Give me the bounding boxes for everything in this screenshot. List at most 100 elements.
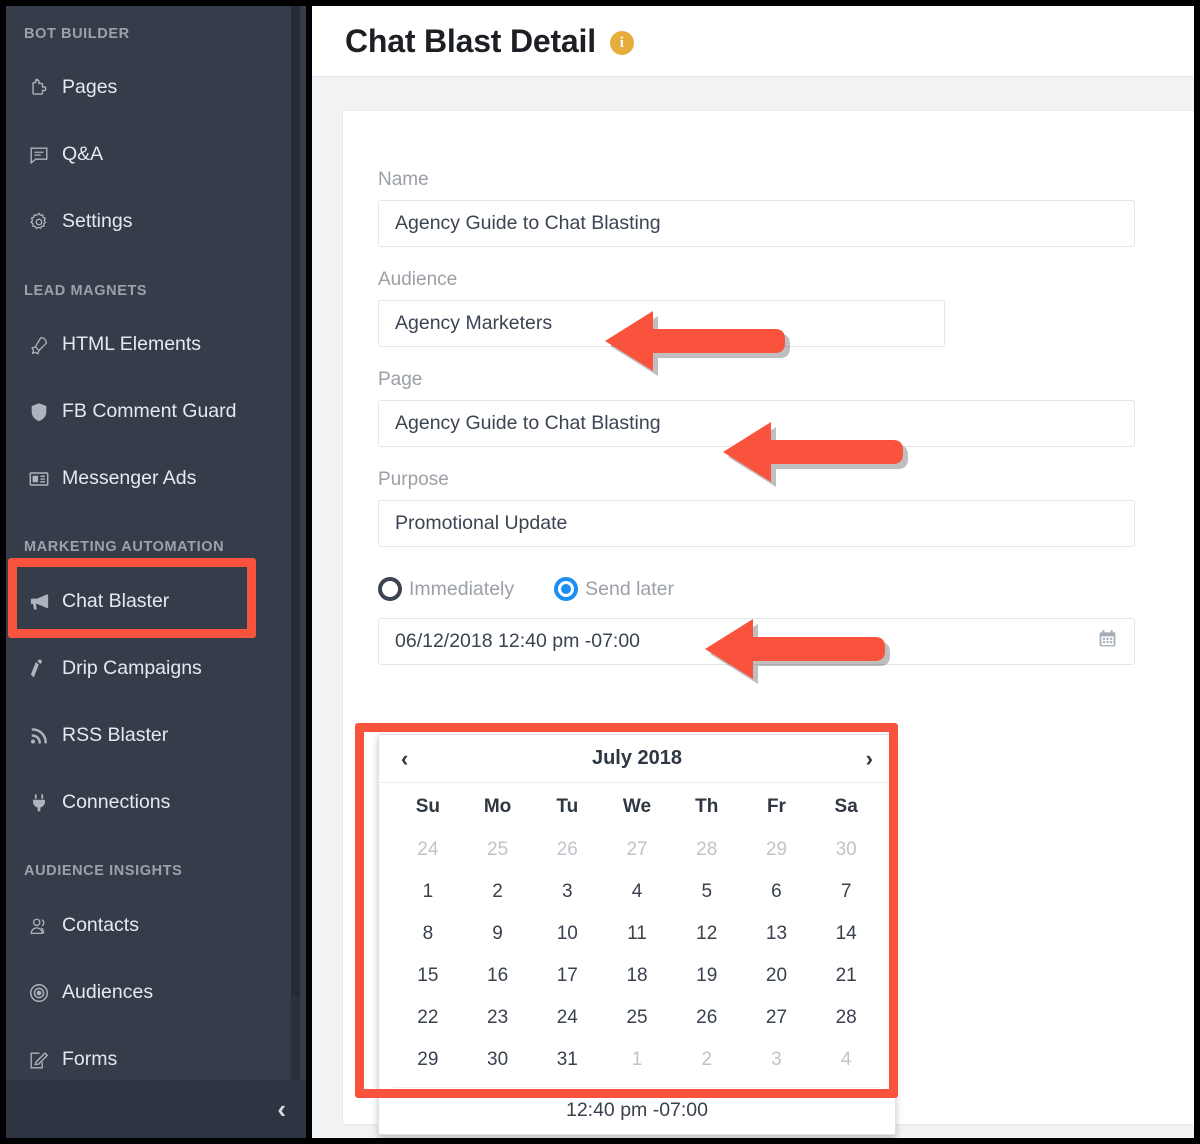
calendar-day-cell[interactable]: 6 xyxy=(742,871,812,913)
calendar-day-cell[interactable]: 29 xyxy=(742,829,812,871)
radio-send-later[interactable]: Send later xyxy=(554,577,674,601)
calendar-day-cell[interactable]: 30 xyxy=(811,829,881,871)
sidebar-item-chat-blaster[interactable]: Chat Blaster xyxy=(6,568,306,635)
calendar-day-cell[interactable]: 2 xyxy=(672,1039,742,1081)
sidebar-item-fb-comment-guard[interactable]: FB Comment Guard xyxy=(6,378,306,445)
calendar-day-cell[interactable]: 17 xyxy=(532,955,602,997)
chevron-left-icon[interactable]: ‹ xyxy=(401,748,408,770)
calendar-day-cell[interactable]: 8 xyxy=(393,913,463,955)
calendar-day-cell[interactable]: 2 xyxy=(463,871,533,913)
sidebar-item-label: FB Comment Guard xyxy=(62,400,236,423)
calendar-day-cell[interactable]: 20 xyxy=(742,955,812,997)
sidebar-scroll-area: BOT BUILDER Pages Q&A xyxy=(6,6,306,1080)
sidebar-item-messenger-ads[interactable]: Messenger Ads xyxy=(6,445,306,512)
calendar-day-cell[interactable]: 24 xyxy=(393,829,463,871)
chat-bubble-icon xyxy=(28,144,62,166)
sidebar-item-audiences[interactable]: Audiences xyxy=(6,959,306,1026)
calendar-day-cell[interactable]: 9 xyxy=(463,913,533,955)
calendar-popup: ‹ July 2018 › Su Mo Tu We Th Fr Sa 24252… xyxy=(378,734,896,1135)
calendar-day-cell[interactable]: 27 xyxy=(602,829,672,871)
calendar-day-cell[interactable]: 4 xyxy=(811,1039,881,1081)
calendar-day-cell[interactable]: 11 xyxy=(602,913,672,955)
sidebar-item-label: Forms xyxy=(62,1048,117,1071)
page-input[interactable]: Agency Guide to Chat Blasting xyxy=(378,400,1135,447)
radio-immediately[interactable]: Immediately xyxy=(378,577,514,601)
calendar-dow: Fr xyxy=(742,787,812,829)
calendar-dow: Su xyxy=(393,787,463,829)
calendar-day-cell[interactable]: 14 xyxy=(811,913,881,955)
sidebar-item-html-elements[interactable]: HTML Elements xyxy=(6,311,306,378)
radio-circle-selected-icon[interactable] xyxy=(554,577,578,601)
sidebar-item-drip-campaigns[interactable]: Drip Campaigns xyxy=(6,635,306,702)
calendar-day-cell[interactable]: 26 xyxy=(672,997,742,1039)
sidebar-section-bot-builder: BOT BUILDER xyxy=(6,26,130,42)
calendar-day-cell[interactable]: 1 xyxy=(602,1039,672,1081)
sidebar-item-label: Settings xyxy=(62,210,132,233)
calendar-dow: We xyxy=(602,787,672,829)
sidebar-item-label: Drip Campaigns xyxy=(62,657,202,680)
sidebar-item-label: Pages xyxy=(62,76,117,99)
sidebar-item-connections[interactable]: Connections xyxy=(6,769,306,836)
calendar-day-cell[interactable]: 24 xyxy=(532,997,602,1039)
calendar-day-cell[interactable]: 30 xyxy=(463,1039,533,1081)
calendar-day-cell[interactable]: 7 xyxy=(811,871,881,913)
calendar-day-cell[interactable]: 29 xyxy=(393,1039,463,1081)
chat-blast-form: Name Agency Guide to Chat Blasting Audie… xyxy=(378,169,1173,665)
sidebar-item-qa[interactable]: Q&A xyxy=(6,121,306,188)
calendar-time-footer[interactable]: 12:40 pm -07:00 xyxy=(393,1087,881,1134)
calendar-day-cell[interactable]: 12 xyxy=(672,913,742,955)
calendar-icon[interactable] xyxy=(1097,628,1118,655)
calendar-grid: Su Mo Tu We Th Fr Sa 2425262728293012345… xyxy=(379,783,895,1081)
calendar-weeks: 2425262728293012345678910111213141516171… xyxy=(393,829,881,1081)
calendar-week-row: 1234567 xyxy=(393,871,881,913)
sidebar-item-label: HTML Elements xyxy=(62,333,201,356)
name-input[interactable]: Agency Guide to Chat Blasting xyxy=(378,200,1135,247)
calendar-day-cell[interactable]: 31 xyxy=(532,1039,602,1081)
calendar-day-cell[interactable]: 25 xyxy=(602,997,672,1039)
sidebar-item-contacts[interactable]: Contacts xyxy=(6,892,306,959)
calendar-day-cell[interactable]: 13 xyxy=(742,913,812,955)
calendar-day-cell[interactable]: 3 xyxy=(742,1039,812,1081)
page-header: Chat Blast Detail i xyxy=(312,6,1194,77)
calendar-day-cell[interactable]: 28 xyxy=(672,829,742,871)
calendar-day-cell[interactable]: 10 xyxy=(532,913,602,955)
chevron-right-icon[interactable]: › xyxy=(866,748,873,770)
chevron-left-icon[interactable]: ‹ xyxy=(277,1096,286,1122)
purpose-input[interactable]: Promotional Update xyxy=(378,500,1135,547)
info-icon[interactable]: i xyxy=(610,31,634,55)
sidebar-item-forms[interactable]: Forms xyxy=(6,1026,306,1080)
sidebar-item-label: Messenger Ads xyxy=(62,467,196,490)
page-title: Chat Blast Detail xyxy=(345,23,596,60)
sidebar-item-rss-blaster[interactable]: RSS Blaster xyxy=(6,702,306,769)
sidebar-item-pages[interactable]: Pages xyxy=(6,54,306,121)
field-group-page: Page Agency Guide to Chat Blasting xyxy=(378,369,1173,447)
sidebar-item-settings[interactable]: Settings xyxy=(6,188,306,255)
dropper-icon xyxy=(28,658,62,680)
calendar-day-cell[interactable]: 27 xyxy=(742,997,812,1039)
calendar-day-cell[interactable]: 3 xyxy=(532,871,602,913)
calendar-day-cell[interactable]: 25 xyxy=(463,829,533,871)
sidebar-scrollbar-thumb[interactable] xyxy=(291,6,300,996)
calendar-dow: Th xyxy=(672,787,742,829)
datetime-input[interactable]: 06/12/2018 12:40 pm -07:00 xyxy=(378,618,1135,665)
calendar-day-cell[interactable]: 21 xyxy=(811,955,881,997)
calendar-day-cell[interactable]: 16 xyxy=(463,955,533,997)
pencil-square-icon xyxy=(28,1049,62,1071)
calendar-day-cell[interactable]: 4 xyxy=(602,871,672,913)
purpose-label: Purpose xyxy=(378,469,1173,491)
calendar-day-cell[interactable]: 1 xyxy=(393,871,463,913)
calendar-day-cell[interactable]: 18 xyxy=(602,955,672,997)
calendar-day-cell[interactable]: 22 xyxy=(393,997,463,1039)
calendar-dow: Tu xyxy=(532,787,602,829)
calendar-day-cell[interactable]: 26 xyxy=(532,829,602,871)
calendar-month-title[interactable]: July 2018 xyxy=(592,747,682,770)
audience-input[interactable]: Agency Marketers xyxy=(378,300,945,347)
calendar-day-cell[interactable]: 23 xyxy=(463,997,533,1039)
calendar-day-cell[interactable]: 19 xyxy=(672,955,742,997)
calendar-day-cell[interactable]: 15 xyxy=(393,955,463,997)
radio-circle-icon[interactable] xyxy=(378,577,402,601)
calendar-day-cell[interactable]: 5 xyxy=(672,871,742,913)
shield-icon xyxy=(28,401,62,423)
field-group-audience: Audience Agency Marketers xyxy=(378,269,1173,347)
calendar-day-cell[interactable]: 28 xyxy=(811,997,881,1039)
